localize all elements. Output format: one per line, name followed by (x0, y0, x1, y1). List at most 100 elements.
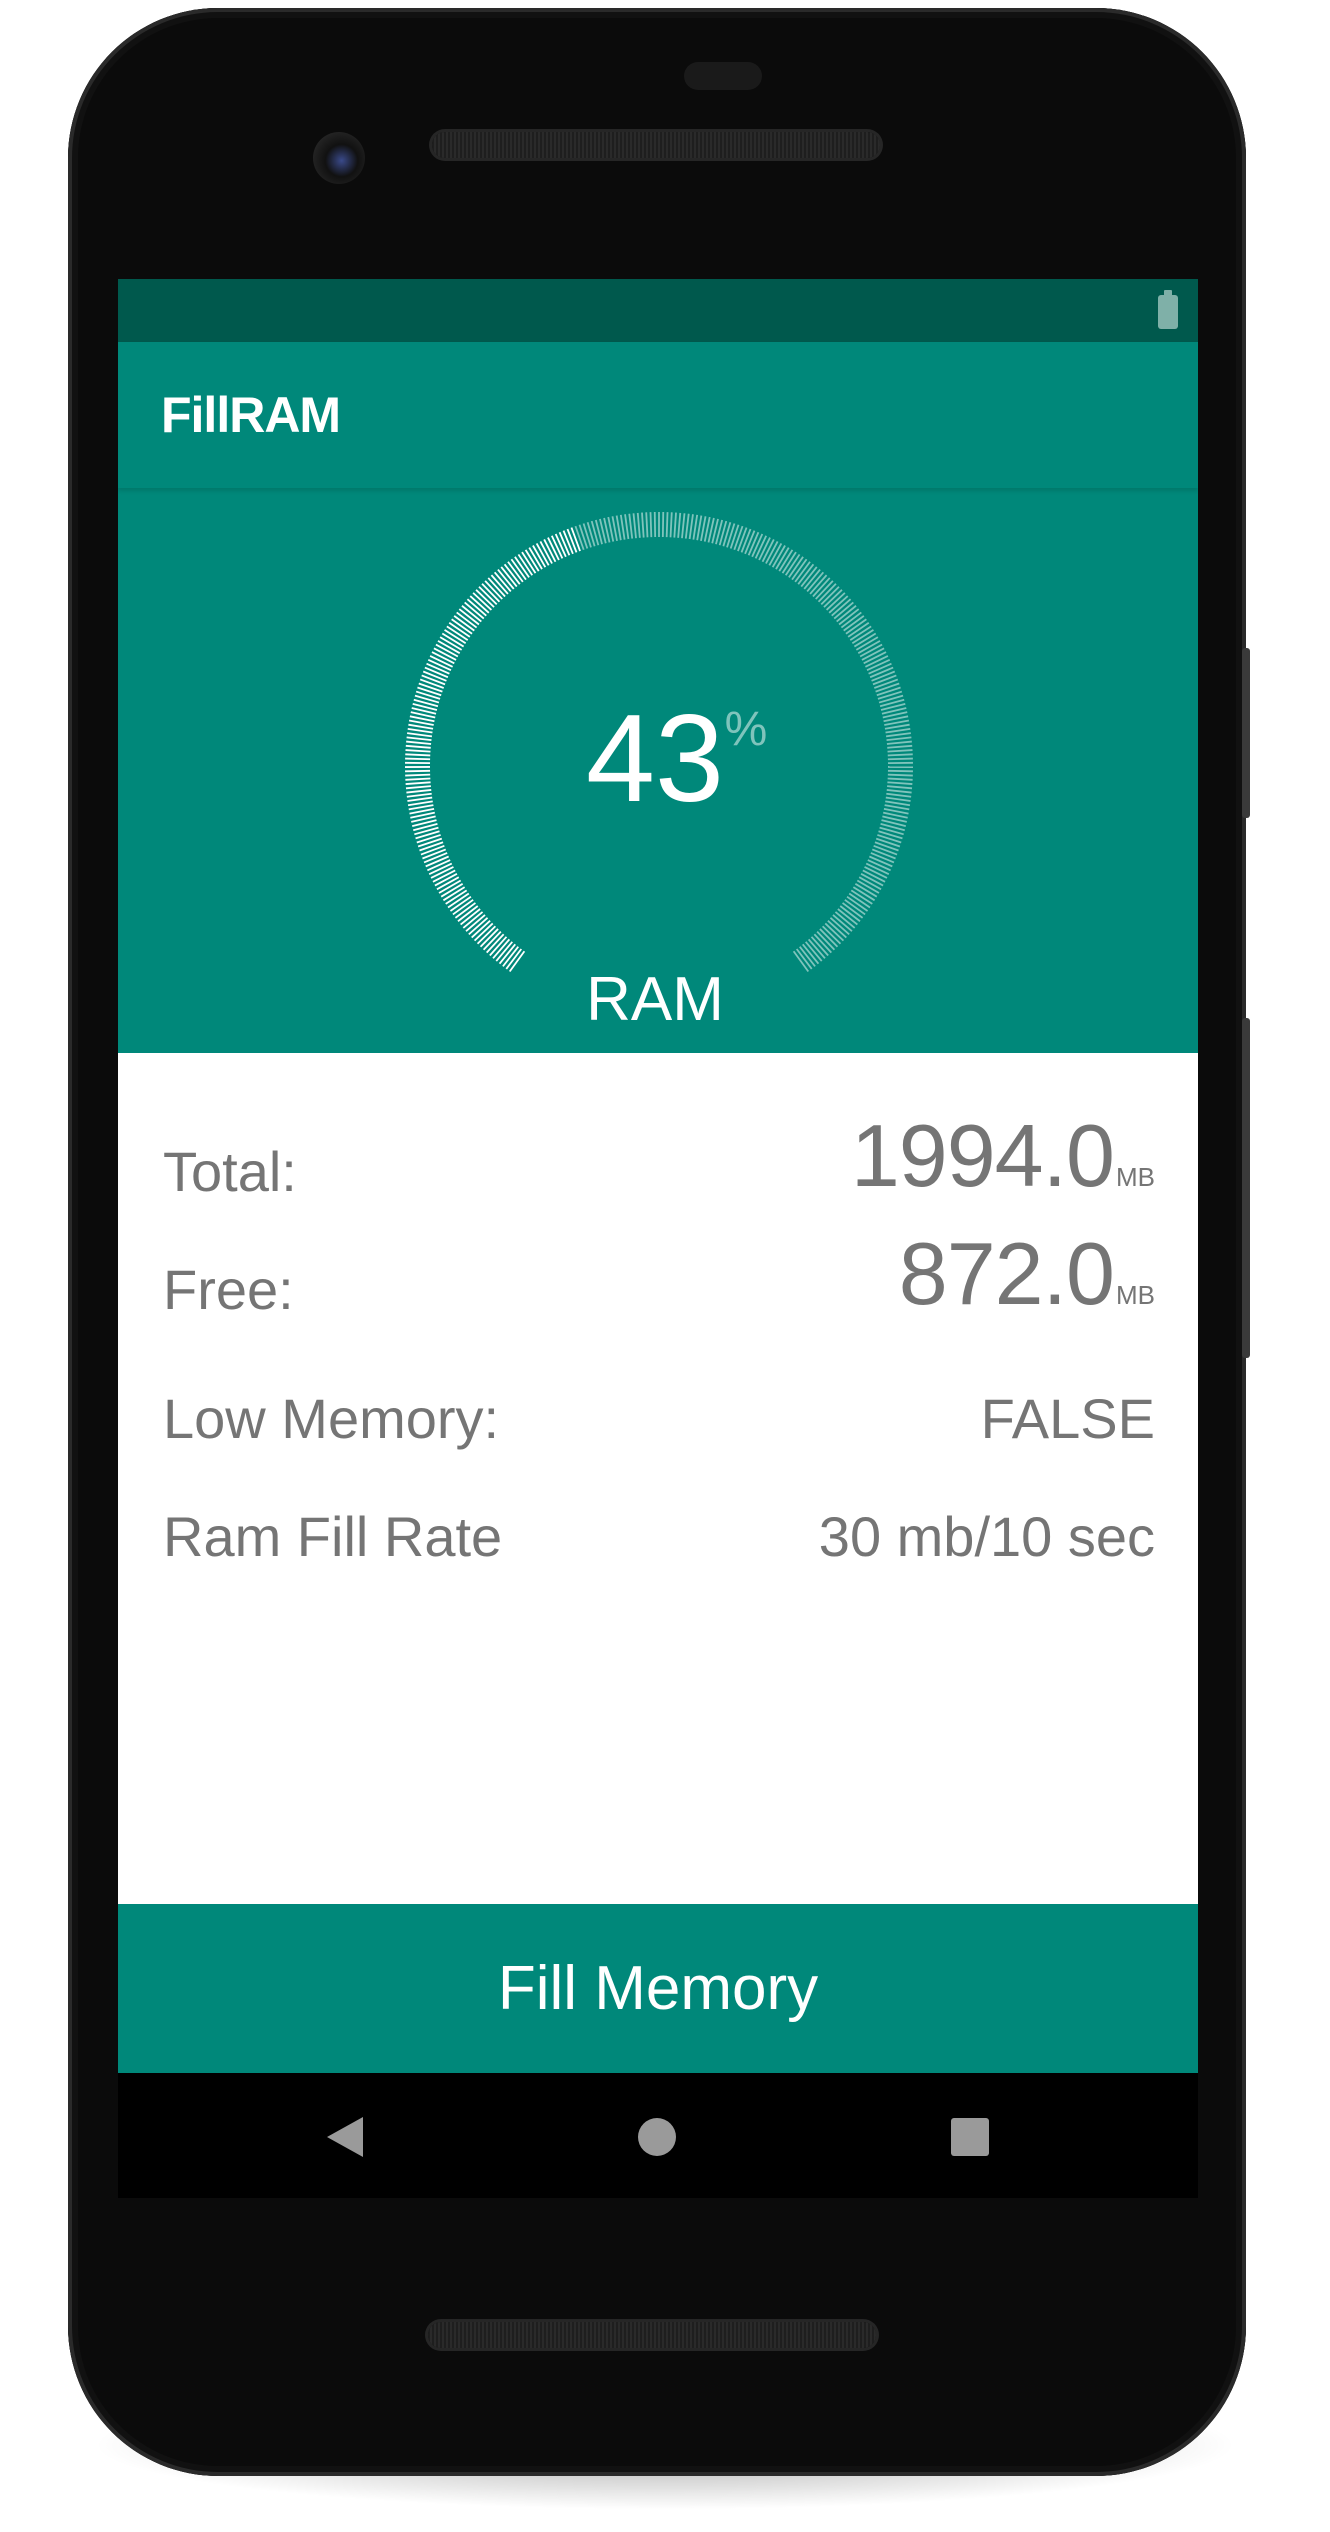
gauge-tick-empty (624, 514, 630, 540)
gauge-tick-empty (673, 512, 677, 538)
gauge-tick-filled (405, 777, 431, 781)
gauge-tick-filled (418, 682, 443, 693)
gauge-tick-empty (875, 837, 901, 848)
app-bar: FillRAM (118, 342, 1198, 488)
gauge-tick-empty (669, 512, 673, 538)
info-row-fill-rate: Ram Fill Rate 30 mb/10 sec (163, 1465, 1155, 1565)
gauge-tick-empty (873, 678, 899, 689)
gauge-tick-filled (422, 848, 447, 860)
gauge-tick-empty (688, 514, 694, 540)
gauge-tick-filled (405, 749, 431, 753)
gauge-tick-empty (733, 525, 744, 551)
gauge-tick-empty (645, 512, 649, 538)
total-unit: MB (1116, 1162, 1155, 1192)
gauge-tick-filled (406, 740, 432, 745)
battery-icon (1158, 290, 1178, 329)
gauge-tick-empty (886, 789, 912, 794)
gauge-percent-sign: % (725, 703, 768, 756)
gauge-tick-filled (405, 744, 431, 749)
gauge-tick-empty (677, 512, 682, 538)
fill-rate-value: 30 mb/10 sec (818, 1505, 1155, 1568)
navigation-bar (118, 2073, 1198, 2198)
gauge-tick-filled (407, 800, 433, 807)
gauge-tick-empty (649, 512, 653, 538)
info-row-total: Total: 1994.0MB (163, 1100, 1155, 1200)
gauge-tick-filled (570, 527, 581, 552)
screen: FillRAM 43 % RAM Total: 1994.0MB Free: 8… (118, 279, 1198, 2198)
gauge-tick-filled (417, 837, 443, 848)
gauge-tick-empty (884, 804, 910, 811)
app-title: FillRAM (161, 387, 341, 443)
gauge-tick-filled (406, 792, 432, 798)
gauge-tick-empty (887, 744, 913, 749)
gauge-tick-empty (875, 682, 900, 693)
gauge-tick-empty (885, 728, 911, 734)
back-icon (327, 2117, 363, 2157)
gauge-tick-filled (420, 844, 445, 856)
gauge-tick-empty (873, 844, 898, 856)
gauge-tick-empty (729, 524, 740, 549)
gauge-tick-empty (574, 525, 585, 551)
gauge-tick-filled (419, 678, 445, 689)
back-button[interactable] (321, 2113, 369, 2161)
gauge-tick-empty (619, 514, 626, 540)
low-memory-value: FALSE (980, 1387, 1155, 1450)
free-label: Free: (163, 1258, 294, 1321)
gauge-tick-empty (885, 732, 911, 738)
memory-info: Total: 1994.0MB Free: 872.0MB Low Memory… (118, 1053, 1198, 1904)
gauge-tick-empty (887, 753, 913, 757)
gauge-tick-empty (872, 674, 897, 686)
power-button (1242, 648, 1250, 818)
gauge-tick-filled (407, 796, 433, 802)
gauge-tick-filled (405, 773, 431, 777)
gauge-tick-empty (740, 528, 752, 553)
gauge-tick-empty (737, 527, 748, 552)
low-memory-label: Low Memory: (163, 1387, 500, 1450)
gauge-tick-empty (887, 757, 913, 761)
top-speaker (432, 132, 880, 158)
gauge-tick-empty (665, 512, 669, 538)
gauge-tick-filled (407, 732, 433, 738)
gauge-tick-filled (417, 686, 442, 697)
home-button[interactable] (633, 2113, 681, 2161)
gauge-tick-empty (887, 781, 913, 785)
home-icon (638, 2118, 676, 2156)
fill-rate-label: Ram Fill Rate (163, 1505, 503, 1568)
gauge-tick-empty (681, 513, 686, 539)
total-value: 1994.0 (850, 1106, 1115, 1205)
gauge-tick-empty (684, 513, 690, 539)
gauge-tick-empty (692, 514, 699, 540)
gauge-tick-empty (885, 796, 911, 802)
gauge-tick-empty (884, 723, 910, 730)
volume-button (1242, 1018, 1250, 1358)
bottom-speaker (428, 2322, 876, 2348)
gauge-tick-empty (628, 513, 634, 539)
gauge-tick-filled (405, 757, 431, 761)
total-value-group: 1994.0MB (851, 1112, 1155, 1200)
info-row-free: Free: 872.0MB (163, 1218, 1155, 1318)
total-label: Total: (163, 1140, 297, 1203)
gauge-tick-empty (632, 513, 637, 539)
gauge-tick-empty (641, 512, 645, 538)
gauge-tick-empty (887, 773, 913, 777)
recents-button[interactable] (946, 2113, 994, 2161)
gauge-percent-value: 43 (586, 690, 724, 828)
gauge-tick-filled (406, 736, 432, 742)
gauge-label: RAM (586, 965, 724, 1034)
gauge-tick-empty (885, 800, 911, 807)
gauge-tick-empty (636, 512, 641, 538)
gauge-tick-empty (886, 736, 912, 742)
gauge-tick-filled (407, 728, 433, 734)
fill-memory-button[interactable]: Fill Memory (118, 1904, 1198, 2073)
gauge-tick-filled (421, 674, 446, 686)
gauge-tick-filled (408, 804, 434, 811)
gauge-tick-empty (876, 686, 901, 697)
gauge-tick-empty (886, 792, 912, 798)
gauge-tick-filled (405, 753, 431, 757)
gauge-tick-filled (405, 785, 431, 790)
info-row-low-memory: Low Memory: FALSE (163, 1347, 1155, 1447)
gauge-tick-empty (615, 515, 622, 541)
gauge-tick-empty (887, 769, 913, 773)
gauge-tick-empty (887, 777, 913, 781)
status-bar (118, 279, 1198, 342)
